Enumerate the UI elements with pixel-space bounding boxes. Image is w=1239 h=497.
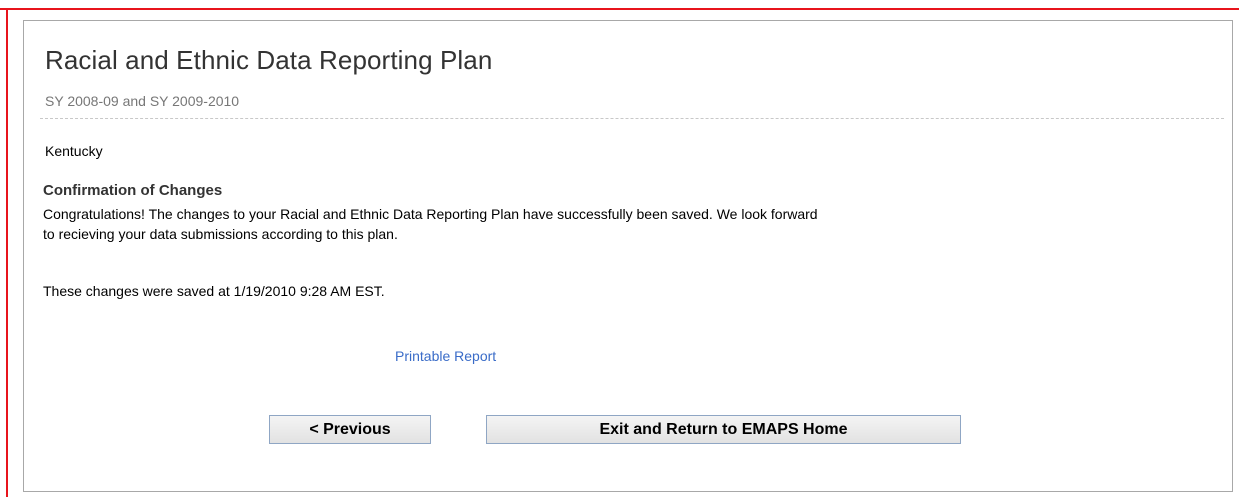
previous-button[interactable]: < Previous bbox=[269, 415, 431, 444]
dashed-divider bbox=[40, 118, 1224, 119]
confirmation-message-line-2: to recieving your data submissions accor… bbox=[43, 226, 398, 242]
confirmation-message-line-1: Congratulations! The changes to your Rac… bbox=[43, 206, 818, 222]
page-subtitle: SY 2008-09 and SY 2009-2010 bbox=[45, 93, 240, 109]
saved-timestamp: These changes were saved at 1/19/2010 9:… bbox=[43, 283, 385, 299]
confirmation-heading: Confirmation of Changes bbox=[43, 182, 223, 199]
exit-return-home-button[interactable]: Exit and Return to EMAPS Home bbox=[486, 415, 961, 444]
page-title: Racial and Ethnic Data Reporting Plan bbox=[45, 45, 493, 75]
printable-report-link[interactable]: Printable Report bbox=[395, 348, 496, 364]
frame-top-border bbox=[0, 8, 1239, 10]
state-name: Kentucky bbox=[45, 143, 103, 159]
confirmation-message: Congratulations! The changes to your Rac… bbox=[43, 204, 818, 244]
frame-left-border bbox=[6, 8, 8, 497]
content-panel: Racial and Ethnic Data Reporting Plan SY… bbox=[23, 20, 1233, 492]
